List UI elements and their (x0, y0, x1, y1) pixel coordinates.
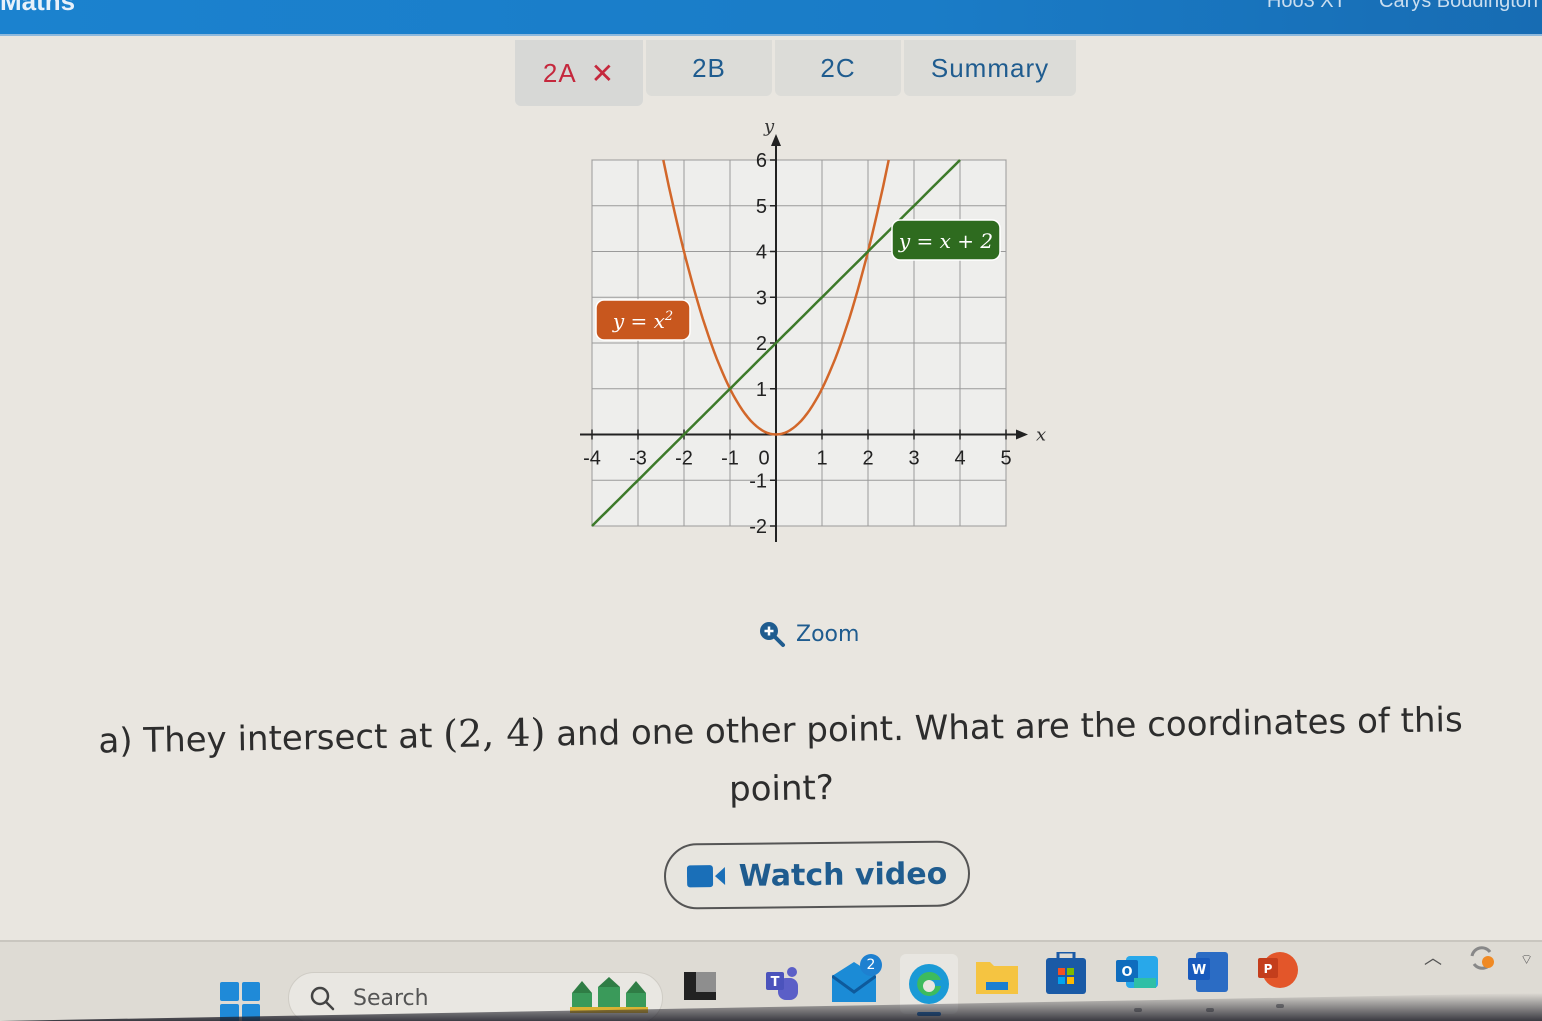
network-button[interactable]: ⌔ (1520, 948, 1533, 969)
search-highlight-icon (570, 977, 648, 1013)
y-tick-label: 6 (756, 150, 767, 172)
tab-2a[interactable]: 2A ✕ (515, 40, 643, 106)
mail-button[interactable]: 2 (831, 954, 882, 1006)
app-brand: Maths (0, 0, 76, 16)
zoom-label: Zoom (796, 621, 860, 647)
svg-text:T: T (771, 975, 780, 990)
search-placeholder: Search (353, 985, 429, 1011)
x-tick-label: 3 (908, 448, 919, 470)
teams-icon: T (766, 967, 798, 1000)
grid (591, 159, 1007, 527)
class-code: Hoo3 XT (1266, 0, 1346, 12)
x-tick-label: -1 (721, 448, 739, 470)
video-camera-icon (686, 865, 725, 888)
y-tick-label: -1 (749, 470, 767, 492)
teams-button[interactable]: T (764, 964, 802, 1008)
x-axis-label: x (1036, 425, 1046, 446)
start-button[interactable] (220, 982, 260, 1021)
x-tick-label: 1 (816, 448, 827, 470)
tab-label: 2C (820, 52, 856, 83)
folder-icon (976, 962, 1018, 994)
tab-label: Summary (930, 52, 1050, 83)
y-tick-label: 3 (756, 287, 767, 309)
x-tick-label: 5 (1000, 448, 1011, 470)
onedrive-sync-button[interactable] (1466, 942, 1498, 979)
store-icon (1046, 950, 1086, 994)
search-icon (310, 986, 335, 1011)
powerpoint-button[interactable]: P (1258, 950, 1302, 1008)
x-tick-label: 0 (758, 448, 769, 470)
question-text: a) They intersect at (2, 4) and one othe… (0, 688, 1542, 830)
task-view-button[interactable] (684, 972, 716, 1000)
svg-text:P: P (1264, 962, 1273, 976)
user-name[interactable]: Carys Boddington (1379, 0, 1538, 12)
zoom-button[interactable]: Zoom (758, 620, 859, 648)
y-tick-label: 4 (756, 242, 767, 264)
line-label: y = x + 2 (891, 219, 1001, 261)
line-label-text: y = x + 2 (898, 229, 993, 253)
taskbar: Search T 2 O W P ︿ ⌔ (0, 940, 1542, 1021)
app-header: Maths Hoo3 XT Carys Boddington (0, 0, 1542, 36)
tab-2c[interactable]: 2C (775, 40, 901, 96)
chevron-up-icon: ︿ (1424, 948, 1442, 969)
question-graph: xy-4 -3 -2 -1 0 1 2 3 4 5-2-1123456 y = x2y = x +… (580, 116, 1046, 542)
y-tick-label: 1 (756, 379, 767, 401)
question-prefix: a) They intersect at (98, 716, 433, 762)
svg-text:O: O (1121, 965, 1132, 980)
file-explorer-button[interactable] (976, 958, 1020, 1002)
tab-label: 2B (692, 52, 726, 83)
svg-text:W: W (1192, 963, 1206, 978)
mail-badge: 2 (860, 954, 882, 976)
x-tick-label: -2 (675, 448, 693, 470)
store-button[interactable] (1046, 950, 1090, 996)
parabola-label-text: y = x2 (612, 309, 673, 333)
y-tick-label: 2 (756, 333, 767, 355)
question-point: (2, 4) (442, 710, 546, 757)
wifi-icon: ⌔ (1520, 952, 1534, 968)
powerpoint-icon: P (1258, 952, 1298, 988)
user-info: Hoo3 XT Carys Boddington (1239, 0, 1538, 13)
superscript: 2 (664, 309, 673, 324)
x-tick-label: -4 (583, 448, 601, 470)
word-button[interactable]: W (1188, 952, 1232, 1012)
y-axis-label: y (763, 116, 775, 137)
tab-summary[interactable]: Summary (904, 40, 1076, 96)
y-tick-label: -2 (749, 516, 767, 538)
edge-icon (909, 964, 949, 1004)
zoom-in-icon (760, 622, 785, 647)
x-tick-label: -3 (629, 448, 647, 470)
question-suffix: and one other point. What are the coordi… (555, 700, 1463, 810)
cross-icon: ✕ (590, 57, 616, 89)
tab-label: 2A (542, 57, 577, 88)
outlook-icon: O (1116, 956, 1158, 988)
watch-video-label: Watch video (738, 856, 948, 894)
x-axis-arrow (1016, 429, 1028, 440)
y-tick-label: 5 (756, 196, 767, 218)
outlook-new-button[interactable]: O (1116, 952, 1160, 1012)
show-hidden-icons-button[interactable]: ︿ (1424, 944, 1442, 970)
tab-2b[interactable]: 2B (646, 40, 772, 96)
task-view-icon (684, 972, 716, 1000)
question-tabs: 2A ✕ 2B 2C Summary (515, 40, 1076, 106)
x-tick-label: 2 (862, 448, 873, 470)
watch-video-button[interactable]: Watch video (663, 840, 971, 910)
x-tick-label: 4 (954, 448, 965, 470)
parabola-label: y = x2 (595, 299, 691, 341)
word-icon: W (1188, 952, 1228, 992)
sync-icon (1470, 946, 1494, 970)
